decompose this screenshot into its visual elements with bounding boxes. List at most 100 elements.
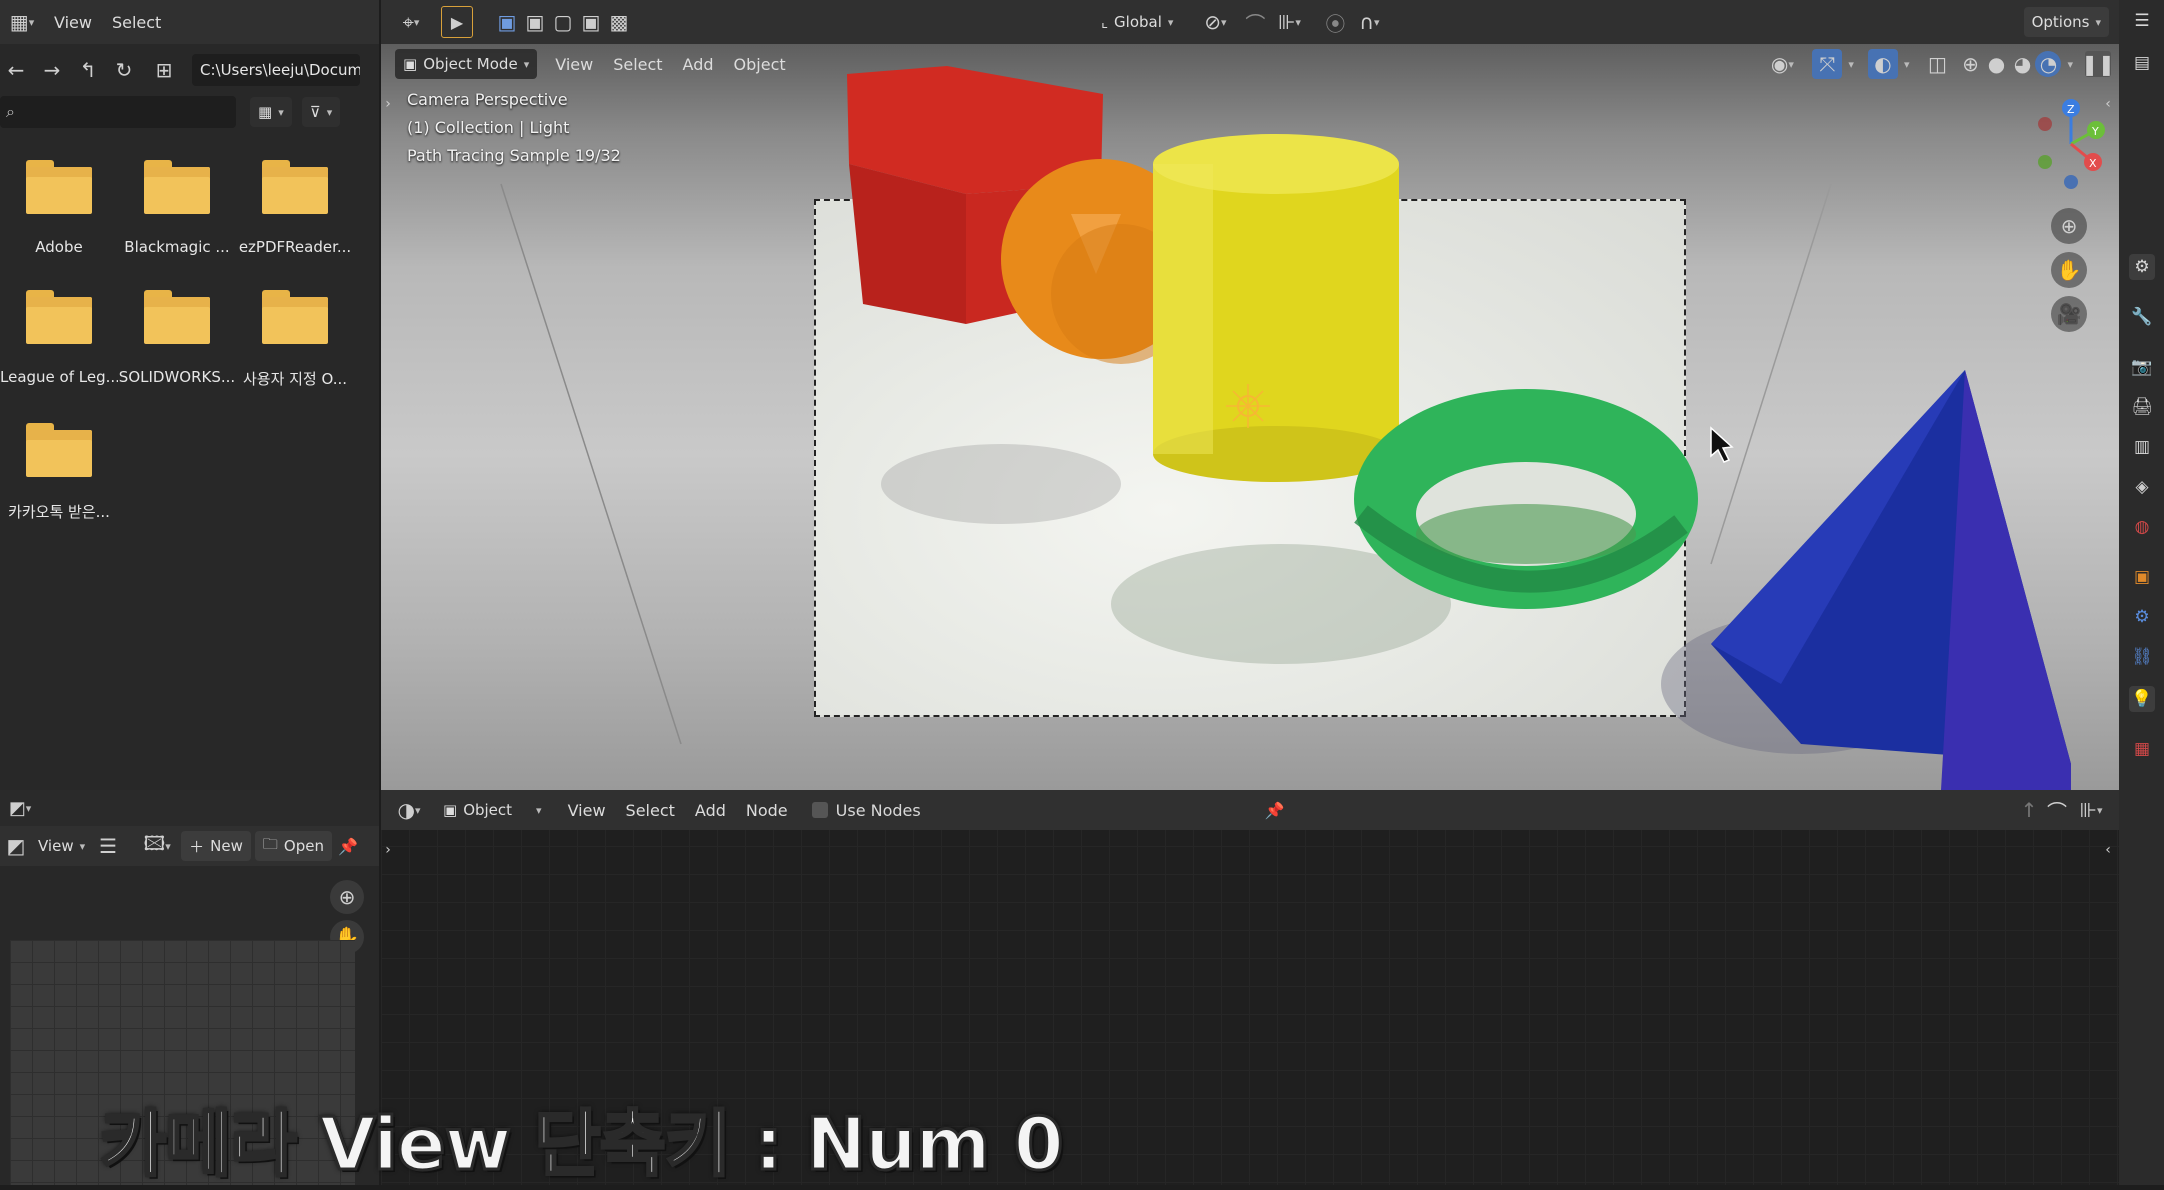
properties-icon[interactable]: ▤ xyxy=(2129,50,2155,76)
folder-icon xyxy=(26,290,92,344)
select-box-subtract-icon[interactable]: ▢ xyxy=(549,10,577,34)
pin-icon[interactable]: 📌 xyxy=(336,837,360,856)
editor-type-icon[interactable]: ⌖ ▾ xyxy=(389,10,433,34)
object-tab-icon[interactable]: ▣ xyxy=(2129,564,2155,590)
folder-item[interactable]: Adobe xyxy=(0,160,118,256)
snap-element-icon[interactable]: ⊪ ▾ xyxy=(2071,798,2111,822)
outliner-icon[interactable]: ☰ xyxy=(2129,8,2155,34)
navigation-gizmo[interactable]: Z Y X xyxy=(2021,94,2111,190)
shader-editor-icon[interactable]: ◑ ▾ xyxy=(389,798,429,822)
folder-item[interactable]: League of Leg... xyxy=(0,290,118,389)
transform-orientation-dropdown[interactable]: ⌞ Global ▾ xyxy=(1093,7,1181,37)
use-nodes-checkbox[interactable] xyxy=(811,802,828,818)
snap-target-icon[interactable]: ⊪ ▾ xyxy=(1269,10,1309,34)
directory-path-field[interactable]: C:\Users\leeju\Docum... xyxy=(192,54,360,86)
search-icon: ⌕ xyxy=(6,102,15,121)
search-input[interactable]: ⌕ xyxy=(0,96,236,128)
falloff-icon[interactable]: ∩ ▾ xyxy=(1349,10,1389,34)
select-box-invert-icon[interactable]: ▣ xyxy=(577,10,605,34)
render-tab-icon[interactable]: 📷 xyxy=(2129,354,2155,380)
select-tool-icon[interactable]: ▶ xyxy=(441,6,473,38)
file-browser-search-row: ⌕ ▦ ▾ ⊽ ▾ xyxy=(0,94,379,130)
object-data-light-tab-icon[interactable]: 💡 xyxy=(2129,686,2155,712)
pan-view-hand-icon[interactable]: ✋ xyxy=(2051,252,2087,288)
snap-toggle-icon[interactable]: ⌒ xyxy=(1241,8,1269,37)
snap-icon[interactable]: ⌒ xyxy=(2043,796,2071,825)
image-browse-icon[interactable]: 🖾 ▾ xyxy=(137,829,177,863)
folder-icon xyxy=(26,423,92,477)
fb-menu-select[interactable]: Select xyxy=(102,13,171,32)
properties-tab-strip: ☰ ▤ ⚙ 🔧 📷 🖨 ▥ ◈ ◍ ▣ ⚙ ⛓ 💡 ▦ xyxy=(2119,0,2164,1185)
new-image-button[interactable]: ＋ New xyxy=(181,831,251,861)
zoom-view-icon[interactable]: ⊕ xyxy=(2051,208,2087,244)
editor-type-icon[interactable]: ◩ ▾ xyxy=(0,798,40,819)
folder-item[interactable]: 카카오톡 받은... xyxy=(0,423,118,522)
folder-item[interactable]: SOLIDWORKS... xyxy=(118,290,236,389)
view-layer-tab-icon[interactable]: ▥ xyxy=(2129,434,2155,460)
folder-item[interactable]: ezPDFReader... xyxy=(236,160,354,256)
folder-item[interactable]: 사용자 지정 O... xyxy=(236,290,354,389)
orientation-icon: ⌞ xyxy=(1101,13,1109,31)
filter-dropdown[interactable]: ⊽ ▾ xyxy=(301,97,341,127)
toolbar-toggle-chevron-icon[interactable]: › xyxy=(381,96,395,112)
view-mode-icon[interactable]: ◩ xyxy=(2,834,30,858)
fb-menu-view[interactable]: View xyxy=(44,13,102,32)
folder-label: ezPDFReader... xyxy=(238,238,352,256)
modifier-tab-icon[interactable]: ⚙ xyxy=(2129,604,2155,630)
node-menu-view[interactable]: View xyxy=(558,801,616,820)
constraint-tab-icon[interactable]: ⛓ xyxy=(2129,644,2155,670)
folder-open-icon: 🗀 xyxy=(262,834,278,853)
options-dropdown[interactable]: Options ▾ xyxy=(2023,7,2109,37)
3d-viewport[interactable]: ▣ Object Mode ▾ View Select Add Object ◉… xyxy=(381,44,2119,790)
mouse-cursor-icon xyxy=(1710,426,1734,463)
node-menu-select[interactable]: Select xyxy=(616,801,685,820)
tool-settings-tab-icon[interactable]: 🔧 xyxy=(2129,304,2155,330)
use-nodes-toggle[interactable]: Use Nodes xyxy=(811,801,921,820)
editor-type-icon[interactable]: ▦ ▾ xyxy=(0,10,44,34)
file-browser-header: ▦ ▾ View Select xyxy=(0,0,379,44)
new-folder-icon[interactable]: ⊞ xyxy=(144,58,184,82)
active-tool-tab-icon[interactable]: ⚙ xyxy=(2129,254,2155,280)
sidebar-toggle-chevron-icon[interactable]: ‹ xyxy=(2101,96,2115,112)
refresh-icon[interactable]: ↻ xyxy=(108,58,140,82)
gizmo-z-label: Z xyxy=(2067,103,2075,116)
toolbar-toggle-chevron-icon[interactable]: › xyxy=(381,842,395,858)
display-mode-dropdown[interactable]: ▦ ▾ xyxy=(250,97,292,127)
proportional-editing-icon[interactable]: ⦿ xyxy=(1321,8,1349,37)
folder-icon xyxy=(26,160,92,214)
folder-icon xyxy=(262,160,328,214)
object-shader-icon: ▣ xyxy=(443,801,458,819)
texture-tab-icon[interactable]: ▦ xyxy=(2129,736,2155,762)
camera-view-icon[interactable]: 🎥 xyxy=(2051,296,2087,332)
view-dropdown-label: View xyxy=(38,837,74,855)
shader-type-dropdown[interactable]: ▣ Object ▾ xyxy=(435,795,550,825)
folder-item[interactable]: Blackmagic ... xyxy=(118,160,236,256)
sidebar-toggle-chevron-icon[interactable]: ‹ xyxy=(2101,842,2115,858)
node-menu-node[interactable]: Node xyxy=(736,801,798,820)
scene-tab-icon[interactable]: ◈ xyxy=(2129,474,2155,500)
parent-node-tree-icon[interactable]: ↑ xyxy=(2015,798,2043,822)
orientation-label: Global xyxy=(1114,13,1162,31)
folder-icon xyxy=(144,290,210,344)
folder-label: Blackmagic ... xyxy=(124,238,230,256)
select-box-new-icon[interactable]: ▣ xyxy=(493,10,521,34)
zoom-icon[interactable]: ⊕ xyxy=(330,880,364,914)
output-tab-icon[interactable]: 🖨 xyxy=(2129,394,2155,420)
folder-label: 카카오톡 받은... xyxy=(8,503,110,521)
back-arrow-icon[interactable]: ← xyxy=(0,58,32,82)
select-box-intersect-icon[interactable]: ▩ xyxy=(605,10,633,34)
gizmo-x-label: X xyxy=(2089,157,2097,170)
forward-arrow-icon[interactable]: → xyxy=(36,58,68,82)
node-menu-add[interactable]: Add xyxy=(685,801,736,820)
select-box-extend-icon[interactable]: ▣ xyxy=(521,10,549,34)
parent-directory-icon[interactable]: ↰ xyxy=(72,58,104,82)
file-browser-panel: ▦ ▾ View Select ← → ↰ ↻ ⊞ C:\Users\leeju\… xyxy=(0,0,379,790)
pin-icon[interactable]: 📌 xyxy=(1261,801,1289,820)
folder-icon xyxy=(144,160,210,214)
filter-icon: ⊽ xyxy=(309,103,321,121)
open-image-button[interactable]: 🗀 Open xyxy=(254,831,332,861)
hamburger-menu-icon[interactable]: ☰ xyxy=(93,834,123,858)
world-tab-icon[interactable]: ◍ xyxy=(2129,514,2155,540)
view-dropdown[interactable]: View ▾ xyxy=(34,831,89,861)
pivot-point-icon[interactable]: ⊘ ▾ xyxy=(1193,10,1237,34)
